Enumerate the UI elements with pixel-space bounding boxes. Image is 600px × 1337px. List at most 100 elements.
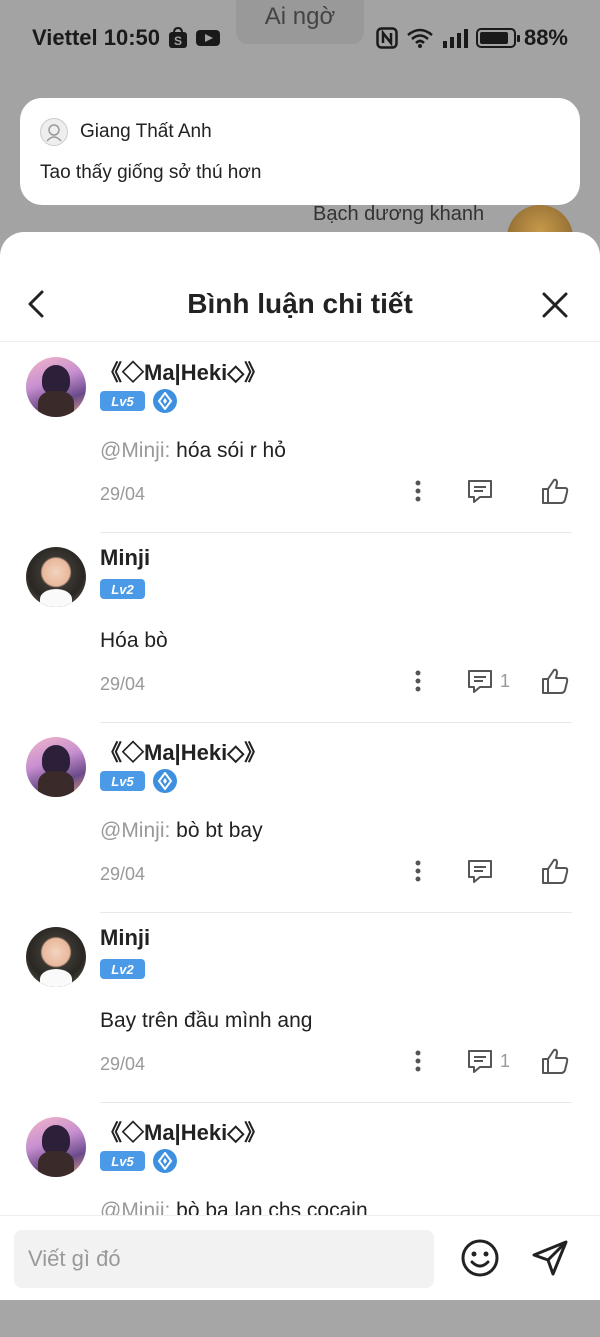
comment-actions: 1 [408, 667, 570, 695]
comment-input[interactable] [14, 1230, 434, 1288]
comment-date: 29/04 [100, 484, 146, 504]
battery-icon [475, 28, 520, 48]
more-vertical-icon [415, 480, 421, 502]
more-options-button[interactable] [408, 669, 428, 693]
more-vertical-icon [415, 1050, 421, 1072]
verified-badge-icon [157, 1152, 173, 1170]
comment-text: @Minji: hóa sói r hỏ [100, 439, 286, 463]
reply-button[interactable]: 1 [466, 1048, 510, 1074]
notification-sender-name: Giang Thất Anh [80, 121, 212, 142]
commenter-avatar[interactable] [26, 1117, 86, 1177]
verified-badge-icon [157, 392, 173, 410]
commenter-avatar[interactable] [26, 547, 86, 607]
comment-body: bò ba lan chs cocain [176, 1199, 368, 1215]
comment-body: Hóa bò [100, 629, 168, 652]
comment-item: 《◇Ma|Heki◇》 Lv5 @Minji: bò ba lan chs coca… [0, 1103, 600, 1215]
commenter-name[interactable]: 《◇Ma|Heki◇》 [100, 735, 266, 767]
level-badge: Lv5 [100, 1151, 145, 1171]
signal-icon [442, 28, 468, 48]
comment-date: 29/04 [100, 1054, 146, 1074]
commenter-name[interactable]: Minji [100, 925, 150, 951]
more-options-button[interactable] [408, 859, 428, 883]
commenter-avatar[interactable] [26, 737, 86, 797]
comment-item: 《◇Ma|Heki◇》 Lv5 @Minji: hóa sói r hỏ 29/04 [0, 343, 600, 533]
verified-badge-icon [157, 772, 173, 790]
comments-sheet: Bình luận chi tiết 《◇Ma|Heki◇》 Lv5 @Minji:… [0, 232, 600, 1300]
comment-date: 29/04 [100, 674, 146, 694]
shopee-icon: S [168, 27, 188, 49]
commenter-avatar[interactable] [26, 357, 86, 417]
level-badge: Lv5 [100, 391, 145, 411]
background-chat-sender-name: Bạch dương khanh [313, 203, 485, 225]
commenter-name[interactable]: Minji [100, 545, 150, 571]
comment-body: Bay trên đầu mình ang [100, 1009, 313, 1032]
commenter-name[interactable]: 《◇Ma|Heki◇》 [100, 1115, 266, 1147]
notification-message: Tao thấy giống sở thú hơn [40, 162, 262, 183]
thumbs-up-icon [542, 668, 569, 694]
comment-item: 《◇Ma|Heki◇》 Lv5 @Minji: bò bt bay 29/04 [0, 723, 600, 913]
reply-button[interactable] [466, 858, 510, 884]
emoji-button[interactable] [460, 1238, 500, 1278]
reply-count: 1 [499, 670, 510, 691]
reply-button[interactable] [466, 478, 510, 504]
notification-sender-avatar [40, 118, 68, 146]
commenter-badges: Lv5 [100, 1149, 177, 1173]
thumbs-up-icon [542, 1048, 569, 1074]
mention-link[interactable]: @Minji: [100, 439, 170, 462]
send-button[interactable] [530, 1238, 570, 1278]
comment-list[interactable]: 《◇Ma|Heki◇》 Lv5 @Minji: hóa sói r hỏ 29/04 M… [0, 343, 600, 1215]
youtube-icon [196, 29, 221, 47]
thumbs-up-icon [542, 478, 569, 504]
comment-icon [467, 1050, 492, 1073]
close-button[interactable] [540, 290, 570, 320]
commenter-badges: Lv2 [100, 579, 145, 599]
battery-percent: 88% [523, 25, 568, 50]
comment-text: @Minji: bò bt bay [100, 819, 263, 843]
like-button[interactable] [540, 857, 570, 885]
comment-text: Hóa bò [100, 629, 168, 653]
commenter-badges: Lv2 [100, 959, 145, 979]
vip-badge [153, 1149, 177, 1173]
like-button[interactable] [540, 667, 570, 695]
comment-body: hóa sói r hỏ [176, 439, 286, 462]
more-options-button[interactable] [408, 479, 428, 503]
like-button[interactable] [540, 1047, 570, 1075]
svg-text:S: S [174, 34, 182, 48]
thumbs-up-icon [542, 858, 569, 884]
comment-actions [408, 477, 570, 505]
send-icon [532, 1240, 568, 1276]
comment-item: Minji Lv2 Hóa bò 29/04 1 [0, 533, 600, 723]
more-options-button[interactable] [408, 1049, 428, 1073]
reply-button[interactable]: 1 [466, 668, 510, 694]
close-icon [542, 292, 568, 318]
system-navigation-bar [0, 1300, 600, 1337]
like-button[interactable] [540, 477, 570, 505]
comment-date: 29/04 [100, 864, 146, 884]
mention-link[interactable]: @Minji: [100, 819, 170, 842]
nfc-icon [376, 27, 398, 49]
comment-icon [468, 480, 492, 503]
vip-badge [153, 769, 177, 793]
comment-icon [468, 860, 492, 883]
comment-item: Minji Lv2 Bay trên đầu mình ang 29/04 1 [0, 913, 600, 1103]
mention-link[interactable]: @Minji: [100, 1199, 170, 1215]
commenter-badges: Lv5 [100, 389, 177, 413]
notification-toast[interactable]: Giang Thất Anh Tao thấy giống sở thú hơn [20, 98, 580, 205]
more-vertical-icon [415, 670, 421, 692]
comment-icon [467, 670, 492, 693]
comment-input-bar [0, 1215, 600, 1300]
commenter-name[interactable]: 《◇Ma|Heki◇》 [100, 355, 266, 387]
more-vertical-icon [415, 860, 421, 882]
comment-actions [408, 857, 570, 885]
sheet-header: Bình luận chi tiết [0, 232, 600, 342]
wifi-icon [406, 27, 434, 49]
status-bar: Viettel 10:50 S 88% [0, 18, 600, 58]
comment-body: bò bt bay [176, 819, 263, 842]
level-badge: Lv5 [100, 771, 145, 791]
commenter-badges: Lv5 [100, 769, 177, 793]
commenter-avatar[interactable] [26, 927, 86, 987]
carrier-time: Viettel 10:50 [32, 25, 161, 50]
level-badge: Lv2 [100, 959, 145, 979]
vip-badge [153, 389, 177, 413]
comment-actions: 1 [408, 1047, 570, 1075]
